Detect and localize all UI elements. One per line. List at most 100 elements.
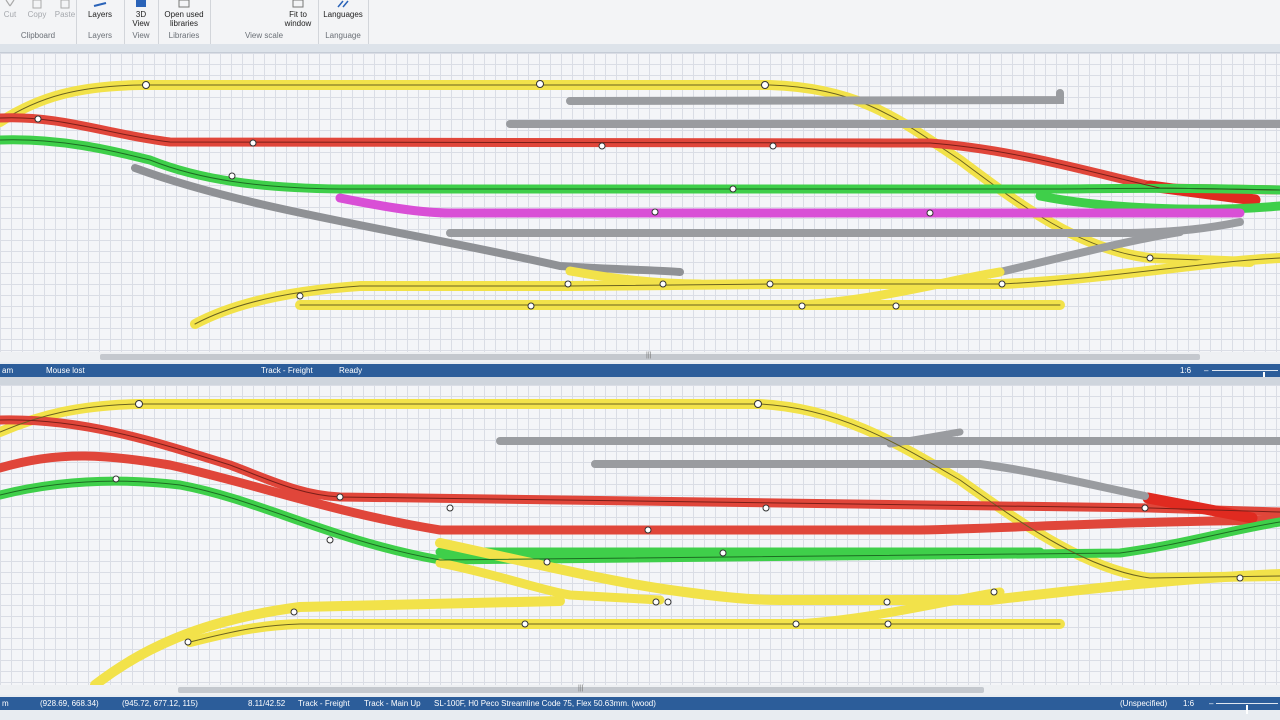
joint-node[interactable]	[798, 302, 806, 310]
track-plan-view-top[interactable]	[0, 53, 1280, 352]
joint-node[interactable]	[446, 504, 454, 512]
joint-node[interactable]	[761, 81, 769, 89]
track-plan-view-bottom[interactable]	[0, 385, 1280, 685]
status-fragment: m	[2, 699, 9, 708]
joint-node[interactable]	[296, 292, 304, 300]
track-gray-3[interactable]	[131, 164, 684, 276]
copy-label: Copy	[27, 10, 47, 19]
layers-icon	[86, 0, 114, 9]
joint-node[interactable]	[892, 302, 900, 310]
fit-to-window-button[interactable]: Fit to window	[284, 0, 312, 28]
part-description: SL-100F, H0 Peco Streamline Code 75, Fle…	[434, 699, 656, 708]
joint-node[interactable]	[792, 620, 800, 628]
layer-status: (Unspecified)	[1120, 699, 1168, 708]
bottom-status-bar: m (928.69, 668.34) (945.72, 677.12, 115)…	[0, 697, 1280, 714]
joint-node[interactable]	[1141, 504, 1149, 512]
languages-icon	[322, 0, 364, 9]
zoom-slider-thumb[interactable]	[1246, 705, 1248, 714]
joint-node[interactable]	[598, 142, 606, 150]
joint-node[interactable]	[536, 80, 544, 88]
view-group: 3D View View	[124, 0, 159, 44]
joint-node[interactable]	[998, 280, 1006, 288]
joint-node[interactable]	[112, 475, 120, 483]
joint-node[interactable]	[990, 588, 998, 596]
track-layout-top[interactable]	[0, 53, 1280, 352]
zoom-out-icon[interactable]: –	[1204, 364, 1208, 377]
scale-status: 1:6	[1180, 366, 1192, 375]
track-layout-bottom[interactable]	[0, 385, 1280, 685]
joint-node[interactable]	[1146, 254, 1154, 262]
3d-view-button[interactable]: 3D View	[129, 0, 153, 28]
track-yellow-5[interactable]	[185, 619, 1065, 647]
joint-node[interactable]	[659, 280, 667, 288]
layers-label: Layers	[87, 10, 112, 19]
scroll-grip-icon: |||	[578, 685, 584, 692]
joint-node[interactable]	[184, 638, 192, 646]
joint-node[interactable]	[249, 139, 257, 147]
pane-divider[interactable]	[0, 377, 1280, 385]
track-gray-2[interactable]	[591, 460, 1149, 500]
clipboard-group: Cut Copy Paste Clipboard	[0, 0, 77, 44]
cut-button[interactable]: Cut	[2, 0, 18, 19]
languages-button[interactable]: Languages	[322, 0, 364, 19]
joint-node[interactable]	[644, 526, 652, 534]
joint-node[interactable]	[651, 208, 659, 216]
joint-node[interactable]	[884, 620, 892, 628]
joint-node[interactable]	[754, 400, 762, 408]
joint-node[interactable]	[564, 280, 572, 288]
joint-node[interactable]	[326, 536, 334, 544]
layers-group-label: Layers	[87, 31, 112, 40]
fit-to-window-label: Fit to window	[284, 10, 312, 28]
languages-label: Languages	[323, 10, 363, 19]
paste-button[interactable]: Paste	[54, 0, 76, 19]
paste-label: Paste	[54, 10, 76, 19]
joint-node[interactable]	[521, 620, 529, 628]
joint-node[interactable]	[34, 115, 42, 123]
joint-node[interactable]	[926, 209, 934, 217]
track-yellow-4[interactable]	[90, 596, 565, 685]
joint-node[interactable]	[719, 549, 727, 557]
joint-node[interactable]	[543, 558, 551, 566]
3d-view-icon	[129, 0, 153, 9]
cursor-coordinates: (928.69, 668.34)	[40, 699, 99, 708]
zoom-slider[interactable]	[1216, 703, 1278, 714]
joint-node[interactable]	[1236, 574, 1244, 582]
layers-button[interactable]: Layers	[86, 0, 114, 19]
status-fragment: am	[2, 366, 14, 375]
view-group-label: View	[132, 31, 150, 40]
joint-node[interactable]	[228, 172, 236, 180]
track-red-1[interactable]	[0, 113, 1280, 195]
joint-node[interactable]	[766, 280, 774, 288]
copy-icon	[26, 0, 48, 9]
open-used-libraries-button[interactable]: Open used libraries	[162, 0, 206, 28]
libraries-group: Open used libraries Libraries	[158, 0, 211, 44]
joint-node[interactable]	[664, 598, 672, 606]
language-group: Languages Language	[318, 0, 369, 44]
joint-node[interactable]	[652, 598, 660, 606]
zoom-slider[interactable]	[1212, 370, 1278, 381]
joint-node[interactable]	[336, 493, 344, 501]
joint-node[interactable]	[290, 608, 298, 616]
3d-view-label: 3D View	[132, 10, 150, 28]
track-type-status: Track - Freight	[298, 699, 350, 708]
top-horizontal-scrollbar[interactable]: |||	[0, 352, 1280, 362]
paste-icon	[54, 0, 76, 9]
joint-node[interactable]	[769, 142, 777, 150]
track-gray-4[interactable]	[446, 218, 1244, 237]
joint-node[interactable]	[142, 81, 150, 89]
zoom-out-icon[interactable]: –	[1209, 697, 1213, 710]
joint-node[interactable]	[135, 400, 143, 408]
copy-button[interactable]: Copy	[26, 0, 48, 19]
view-scale-group-label: View scale	[244, 31, 284, 40]
track-line-status: Track - Main Up	[364, 699, 421, 708]
layers-group: Layers Layers	[76, 0, 125, 44]
view-scale-group: Fit to window View scale	[210, 0, 319, 44]
joint-node[interactable]	[527, 302, 535, 310]
joint-node[interactable]	[762, 504, 770, 512]
joint-node[interactable]	[729, 185, 737, 193]
track-yellow-2[interactable]	[190, 253, 1280, 329]
cut-label: Cut	[3, 10, 17, 19]
bottom-horizontal-scrollbar[interactable]: |||	[0, 685, 1280, 695]
joint-node[interactable]	[883, 598, 891, 606]
top-status-bar: am Mouse lost Track - Freight Ready 1:6 …	[0, 364, 1280, 381]
